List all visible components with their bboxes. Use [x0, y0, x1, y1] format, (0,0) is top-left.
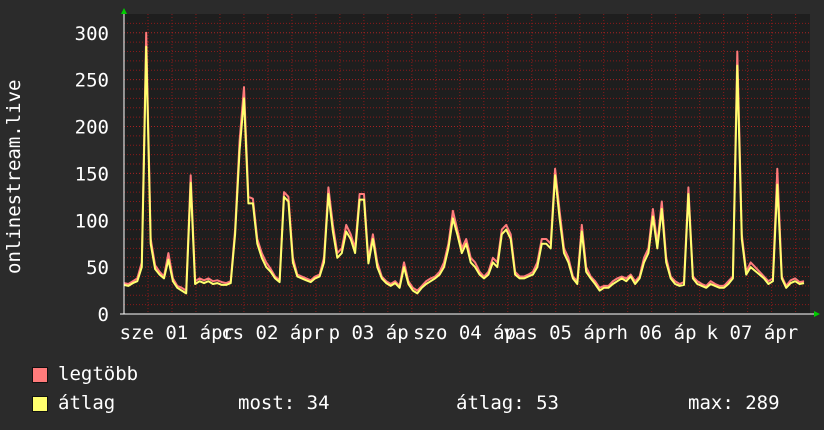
x-tick-label: p 03 áp — [329, 322, 409, 344]
y-axis-ticks: 0 50 100 150 200 250 300 — [75, 23, 109, 326]
legend-label-avg: átlag — [58, 392, 116, 414]
y-tick-label: 200 — [75, 117, 109, 139]
y-tick-label: 150 — [75, 163, 109, 185]
legend-label-max: legtöbb — [58, 363, 139, 385]
legend-swatch-max — [32, 367, 48, 383]
x-tick-label: sze 01 ápr — [120, 322, 234, 344]
x-tick-label: h 06 áp — [616, 322, 696, 344]
x-tick-label: cs 02 ápr — [221, 322, 324, 344]
x-axis-arrow — [814, 311, 820, 317]
stat-now: most: 34 — [238, 392, 330, 414]
x-tick-label: szo 04 áp — [413, 322, 516, 344]
y-tick-label: 250 — [75, 70, 109, 92]
y-axis-arrow — [121, 8, 127, 14]
x-tick-label: vas 05 ápr — [503, 322, 617, 344]
y-tick-label: 0 — [98, 304, 109, 326]
stat-avg: átlag: 53 — [456, 392, 559, 414]
y-axis-label: onlinestream.live — [3, 80, 25, 274]
x-axis-ticks: sze 01 áprcs 02 ápr p 03 áp szo 04 ápvas 0… — [120, 322, 799, 344]
y-tick-label: 300 — [75, 23, 109, 45]
y-tick-label: 50 — [86, 257, 109, 279]
legend-swatch-avg — [32, 396, 48, 412]
stat-max: max: 289 — [688, 392, 780, 414]
y-tick-label: 100 — [75, 210, 109, 232]
x-tick-label: k 07 ápr — [707, 322, 799, 344]
